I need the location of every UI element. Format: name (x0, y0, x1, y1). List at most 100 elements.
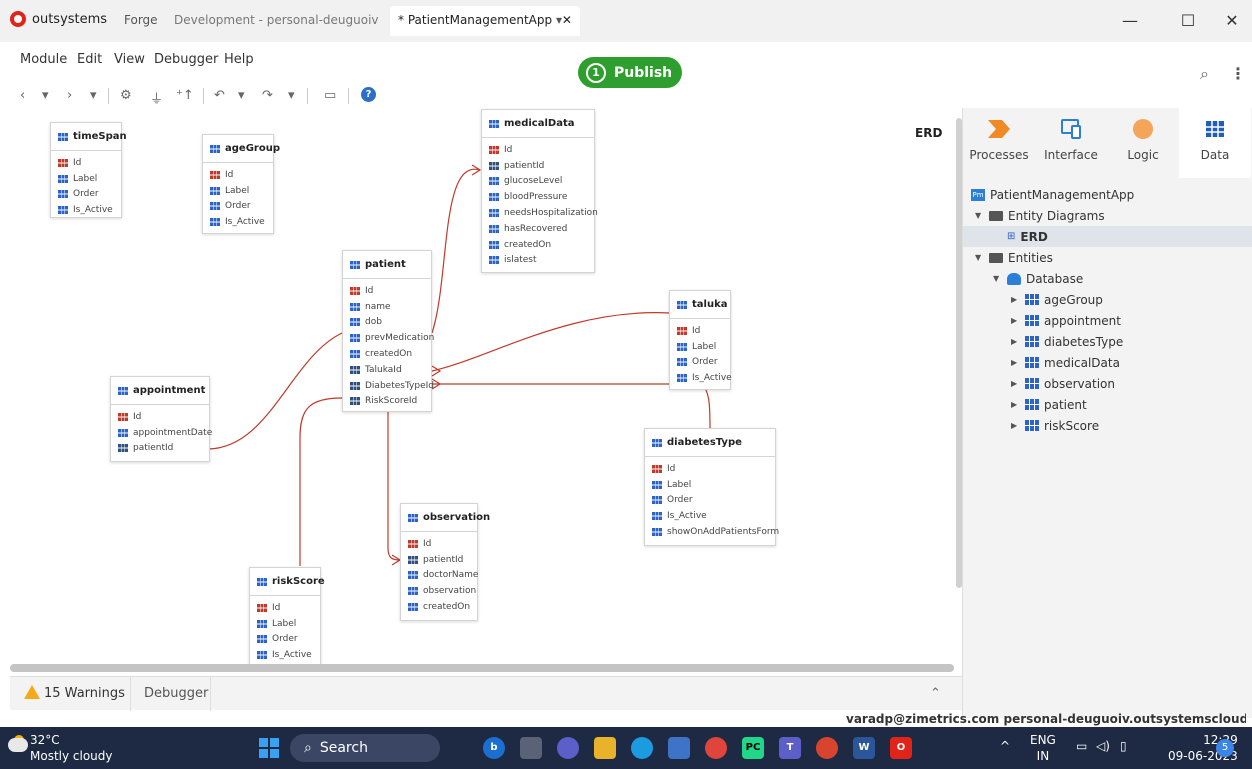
entity-medicaldata[interactable]: medicalData Id patientId glucoseLevel bl… (481, 109, 598, 273)
menu-module[interactable]: Module (20, 52, 67, 67)
expanded-icon[interactable]: ▼ (993, 274, 1002, 283)
entity-riskscore[interactable]: riskScore Id Label Order Is_Active (249, 567, 325, 670)
tab-data[interactable]: Data (1179, 108, 1251, 178)
sort-icon[interactable]: ⁺↑ (176, 88, 194, 103)
tree-item-entity[interactable]: ▶ medicalData (1011, 352, 1120, 373)
network-icon[interactable]: ▭ (1076, 739, 1087, 753)
chrome-icon[interactable] (705, 737, 727, 759)
tree-item-erd[interactable]: ⊞ ERD (963, 226, 1252, 247)
tree-item-database[interactable]: ▼ Database (993, 268, 1083, 289)
attribute-row[interactable]: Id (489, 142, 587, 158)
collapsed-icon[interactable]: ▶ (1011, 421, 1020, 430)
tree-item-entities[interactable]: ▼ Entities (975, 247, 1053, 268)
attribute-row[interactable]: hasRecovered (489, 221, 587, 237)
attribute-row[interactable]: Order (58, 187, 114, 203)
collapse-panel-icon[interactable]: ⌃ (930, 686, 941, 701)
file-explorer-icon[interactable] (594, 737, 616, 759)
attribute-row[interactable]: Label (677, 339, 723, 355)
attribute-row[interactable]: createdOn (489, 237, 587, 253)
menu-view[interactable]: View (114, 52, 145, 67)
entity-appointment[interactable]: appointment Id appointmentDate patientId (110, 376, 212, 462)
menu-edit[interactable]: Edit (77, 52, 102, 67)
tree-item-entity[interactable]: ▶ appointment (1011, 310, 1121, 331)
entity-diabetestype[interactable]: diabetesType Id Label Order Is_Active sh… (644, 428, 779, 546)
attribute-row[interactable]: doctorName (408, 568, 478, 584)
attribute-row[interactable]: patientId (118, 441, 202, 457)
back-icon[interactable]: ‹ (20, 88, 25, 103)
collapsed-icon[interactable]: ▶ (1011, 379, 1020, 388)
task-view-icon[interactable] (520, 737, 542, 759)
attribute-row[interactable]: bloodPressure (489, 189, 587, 205)
collapsed-icon[interactable]: ▶ (1011, 316, 1020, 325)
attribute-row[interactable]: Id (210, 167, 266, 183)
attribute-row[interactable]: Label (210, 183, 266, 199)
outsystems-taskbar-icon[interactable]: O (890, 737, 912, 759)
horizontal-scrollbar[interactable] (10, 664, 954, 672)
tray-chevron-icon[interactable]: ^ (1000, 739, 1010, 753)
plug-icon[interactable]: ⏚ (150, 88, 163, 107)
attribute-row[interactable]: Id (118, 409, 202, 425)
expanded-icon[interactable]: ▼ (975, 253, 984, 262)
volume-icon[interactable]: ◁) (1096, 739, 1110, 753)
attribute-row[interactable]: Is_Active (257, 647, 313, 663)
attribute-row[interactable]: Order (210, 199, 266, 215)
chat-icon[interactable] (557, 737, 579, 759)
tree-item-app[interactable]: Pm PatientManagementApp (971, 184, 1134, 205)
tree-item-entity[interactable]: ▶ patient (1011, 394, 1087, 415)
attribute-row[interactable]: Label (257, 616, 313, 632)
menu-help[interactable]: Help (224, 52, 254, 67)
attribute-row[interactable]: Id (58, 155, 114, 171)
brand[interactable]: outsystems (10, 11, 107, 27)
chrome-profile-icon[interactable] (816, 737, 838, 759)
tree-item-entity[interactable]: ▶ ageGroup (1011, 289, 1103, 310)
maximize-button[interactable]: ☐ (1168, 8, 1208, 34)
collapsed-icon[interactable]: ▶ (1011, 358, 1020, 367)
menu-debugger[interactable]: Debugger (154, 52, 218, 67)
attribute-row[interactable]: dob (350, 315, 424, 331)
settings-icon[interactable]: ⚙ (120, 88, 132, 103)
attribute-row[interactable]: Order (652, 493, 768, 509)
attribute-row[interactable]: TalukaId (350, 362, 424, 378)
attribute-row[interactable]: DiabetesTypeId (350, 378, 434, 394)
collapsed-icon[interactable]: ▶ (1011, 337, 1020, 346)
windows-start-icon[interactable] (259, 738, 279, 758)
attribute-row[interactable]: Id (257, 600, 313, 616)
attribute-row[interactable]: patientId (489, 158, 587, 174)
attribute-row[interactable]: Label (652, 477, 768, 493)
undo-icon[interactable]: ↶ (214, 88, 225, 103)
attribute-row[interactable]: createdOn (350, 346, 424, 362)
warnings-tab[interactable]: 15 Warnings (44, 686, 125, 701)
attribute-row[interactable]: Label (58, 171, 114, 187)
attribute-row[interactable]: prevMedication (350, 330, 434, 346)
attribute-row[interactable]: Order (677, 355, 723, 371)
debugger-tab[interactable]: Debugger (144, 686, 208, 701)
attribute-row[interactable]: Is_Active (58, 202, 114, 218)
tree-item-entity[interactable]: ▶ diabetesType (1011, 331, 1123, 352)
tree-item-entity[interactable]: ▶ riskScore (1011, 415, 1099, 436)
attribute-row[interactable]: Is_Active (677, 370, 732, 386)
attribute-row[interactable]: Id (652, 461, 768, 477)
tree-item-entity[interactable]: ▶ observation (1011, 373, 1115, 394)
entity-timespan[interactable]: timeSpan Id Label Order Is_Active (50, 122, 127, 218)
attribute-row[interactable]: islatest (489, 253, 587, 269)
collapsed-icon[interactable]: ▶ (1011, 295, 1020, 304)
tab-processes[interactable]: Processes (963, 108, 1035, 178)
close-window-button[interactable]: ✕ (1212, 8, 1252, 34)
teams-icon[interactable]: T (779, 737, 801, 759)
comment-icon[interactable]: ▭ (324, 88, 336, 103)
attribute-row[interactable]: patientId (408, 552, 470, 568)
attribute-row[interactable]: createdOn (408, 599, 470, 615)
tab-interface[interactable]: Interface (1035, 108, 1107, 178)
tab-patient-management-app[interactable]: * PatientManagementApp ✕ (390, 6, 580, 36)
tab-forge[interactable]: Forge (124, 13, 158, 27)
attribute-row[interactable]: Is_Active (652, 508, 768, 524)
store-icon[interactable] (668, 737, 690, 759)
redo-dropdown-icon[interactable]: ▾ (288, 88, 295, 103)
forward-dropdown-icon[interactable]: ▾ (90, 88, 97, 103)
collapsed-icon[interactable]: ▶ (1011, 400, 1020, 409)
help-icon[interactable]: ? (361, 87, 376, 102)
attribute-row[interactable]: Id (677, 323, 723, 339)
attribute-row[interactable]: name (350, 299, 424, 315)
expanded-icon[interactable]: ▼ (975, 211, 984, 220)
undo-dropdown-icon[interactable]: ▾ (238, 88, 245, 103)
